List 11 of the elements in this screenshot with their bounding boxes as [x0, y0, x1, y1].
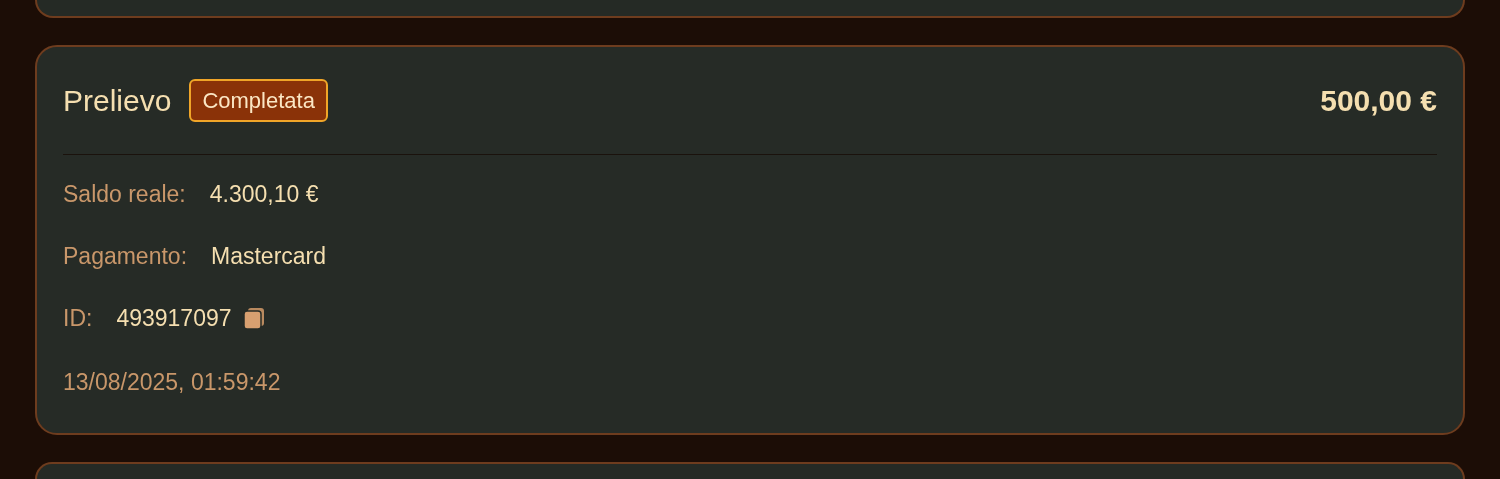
- detail-value: 4.300,10 €: [209, 179, 319, 209]
- detail-label: Pagamento:: [63, 241, 188, 271]
- amount: 500,00 €: [1320, 83, 1437, 119]
- detail-value: Mastercard: [211, 241, 327, 271]
- timestamp: 13/08/2025, 01:59:42: [63, 368, 282, 395]
- detail-value: 493917097: [116, 303, 232, 333]
- status-badge: Completata: [189, 79, 328, 122]
- detail-label: Saldo reale:: [63, 179, 186, 209]
- transaction-type: Prelievo: [63, 83, 172, 119]
- detail-label: ID:: [63, 303, 93, 333]
- copy-icon[interactable]: [241, 306, 266, 330]
